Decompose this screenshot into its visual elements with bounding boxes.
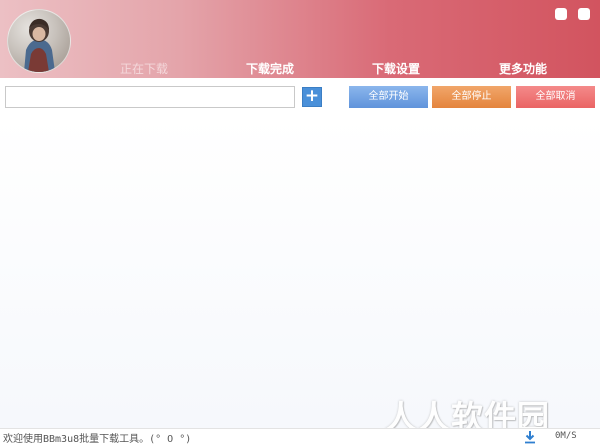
plus-icon: +	[304, 86, 320, 106]
status-bar: 欢迎使用BBm3u8批量下载工具。(° O °) 0M/S	[0, 428, 600, 446]
start-all-button[interactable]: 全部开始	[349, 86, 428, 108]
add-button[interactable]: +	[302, 87, 322, 107]
cancel-all-button[interactable]: 全部取消	[516, 86, 595, 108]
download-speed: 0M/S	[555, 431, 577, 441]
tab-downloading[interactable]: 正在下载	[120, 60, 168, 78]
tab-settings[interactable]: 下载设置	[372, 60, 420, 78]
title-bar: 正在下载 下载完成 下载设置 更多功能	[0, 0, 600, 78]
avatar[interactable]	[7, 9, 71, 73]
status-message: 欢迎使用BBm3u8批量下载工具。(° O °)	[3, 434, 192, 445]
tab-more-features[interactable]: 更多功能	[499, 60, 547, 78]
download-list[interactable]	[0, 117, 600, 428]
minimize-button[interactable]	[555, 8, 567, 20]
download-arrow-icon[interactable]	[523, 430, 537, 444]
stop-all-button[interactable]: 全部停止	[432, 86, 511, 108]
close-button[interactable]	[578, 8, 590, 20]
tab-completed[interactable]: 下载完成	[246, 60, 294, 78]
url-input[interactable]	[5, 86, 295, 108]
